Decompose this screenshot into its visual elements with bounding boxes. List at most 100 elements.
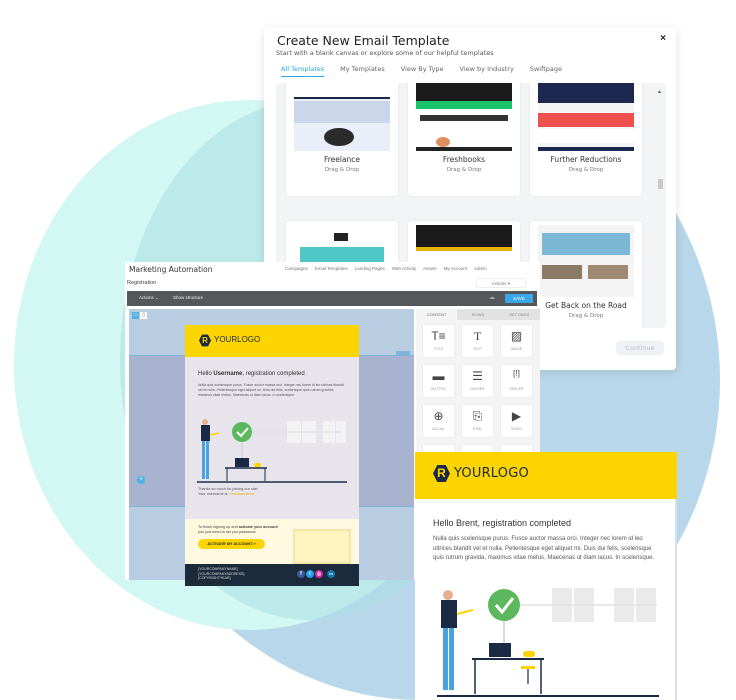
template-type: Drag & Drop [568,167,604,173]
text-icon: T [473,329,482,343]
template-card-freelance[interactable]: Freelance Drag & Drop [286,83,398,196]
add-row-icon[interactable]: + [137,476,145,484]
divider-icon: ☰ [472,369,483,383]
panel-tab-rows[interactable]: ROWS [457,309,499,320]
template-thumbnail [538,225,634,297]
facebook-icon[interactable]: f [297,570,305,578]
tile-button[interactable]: ▬ BUTTON [422,364,455,398]
desktop-view-icon[interactable]: ▭ [132,312,139,319]
cloud-icon[interactable]: ☁ [489,294,495,301]
tab-all-templates[interactable]: All Templates [281,65,325,77]
tab-view-by-industry[interactable]: View by Industry [460,65,514,77]
tile-video[interactable]: ▶ VIDEO [500,404,533,438]
preview-header: R YOURLOGO [415,452,677,499]
thanks-text: Thanks so much for joining our site! You… [198,487,258,497]
tile-label: VIDEO [511,427,522,431]
email-body-text: Nulla quis scelerisque purus. Fusce auct… [198,383,344,397]
tile-label: DIVIDER [470,387,485,391]
modal-subtitle: Start with a blank canvas or explore som… [276,49,494,57]
panel-tab-settings[interactable]: SETTINGS [498,309,540,320]
panel-tab-content[interactable]: CONTENT [416,309,458,320]
button-icon: ▬ [432,369,445,383]
template-thumbnail [416,83,512,151]
tile-spacer[interactable]: [!] SPACER [500,364,533,398]
email-preview-large: R YOURLOGO Hello Brent, registration com… [415,452,677,700]
footer-company-name: {YOURCOMPANYNAME} [198,567,238,571]
instagram-icon[interactable]: ◎ [315,570,323,578]
save-button[interactable]: SAVE [505,294,533,303]
nav-web-activity[interactable]: Web Activity [392,266,416,271]
scroll-up-icon[interactable]: ▲ [657,89,662,95]
template-thumbnail [538,83,634,151]
tab-my-templates[interactable]: My Templates [340,65,385,77]
tile-title[interactable]: T≡ TITLE [422,324,455,358]
app-title: Marketing Automation [129,265,213,274]
email-cta-section: To finish signing up and activate your a… [185,519,359,564]
username-value: TestUsername [229,492,254,496]
html-icon: ⎘ [472,409,483,423]
template-name: Freshbooks [442,155,486,164]
template-name: Further Reductions [550,155,622,164]
title-icon: T≡ [431,329,446,343]
greeting-suffix: , registration completed [242,371,305,377]
row-tag [396,351,410,355]
logo-icon: R [433,464,450,483]
tab-view-by-type[interactable]: View By Type [401,65,444,77]
registration-illustration [197,419,347,483]
nav-campaigns[interactable]: Campaigns [285,266,308,271]
logo-text: YOURLOGO [214,335,261,344]
activate-account-button[interactable]: ACTIVATE MY ACCOUNT » [198,539,265,549]
scroll-thumb[interactable] [658,179,663,189]
breadcrumb: Registration [127,280,157,286]
check-icon [488,589,520,621]
key-illustration [293,529,351,564]
toolbar-actions-menu[interactable]: Actions ⌄ [139,295,159,301]
template-card-freshbooks[interactable]: Freshbooks Drag & Drop [408,83,520,196]
tile-label: SPACER [509,387,524,391]
spacer-icon: [!] [513,369,520,378]
tile-text[interactable]: T TEXT [461,324,494,358]
tile-image[interactable]: ▨ IMAGE [500,324,533,358]
template-name: Get Back on the Road [545,301,627,310]
tile-label: BUTTON [431,387,446,391]
cta-text: To finish signing up and activate your a… [198,525,278,535]
check-icon [232,422,252,442]
tab-swiftpage[interactable]: Swiftpage [530,65,562,77]
cta-text-1: To finish signing up and [198,525,239,529]
template-thumbnail [294,83,390,151]
greeting-name: Username [213,371,243,377]
tile-html[interactable]: ⎘ HTML [461,404,494,438]
video-icon: ▶ [511,409,522,423]
footer-text: {YOURCOMPANYNAME} {YOURCOMPANYADDRESS} {… [198,567,245,581]
logo-icon: R [199,334,211,347]
linkedin-icon[interactable]: in [327,570,335,578]
nav-assets[interactable]: Assets [423,266,437,271]
nav-admin[interactable]: Admin [474,266,487,271]
nav-landing-pages[interactable]: Landing Pages [355,266,385,271]
preview-logo: R YOURLOGO [433,464,529,483]
actions-dropdown[interactable]: Actions ▾ [476,278,526,288]
template-card-get-back-on-the-road[interactable]: Get Back on the Road Drag & Drop [530,221,642,328]
nav-my-account[interactable]: My Account [444,266,467,271]
template-scrollbar[interactable]: ▲ [657,89,663,321]
template-tabs: All Templates My Templates View By Type … [281,65,562,77]
show-structure-toggle[interactable]: Show structure [173,295,203,300]
mobile-view-icon[interactable]: ▯ [140,312,147,319]
email-footer: {YOURCOMPANYNAME} {YOURCOMPANYADDRESS} {… [185,564,359,586]
tile-social[interactable]: ⊕ SOCIAL [422,404,455,438]
nav-email-templates[interactable]: Email Templates [315,266,348,271]
image-icon: ▨ [510,329,523,343]
twitter-icon[interactable]: t [306,570,314,578]
editor-toolbar: Actions ⌄ Show structure ☁ SAVE [127,291,537,306]
tile-label: IMAGE [510,347,523,351]
close-icon[interactable]: × [660,33,666,44]
tile-label: SOCIAL [432,427,445,431]
tile-divider[interactable]: ☰ DIVIDER [461,364,494,398]
registration-illustration [437,588,659,697]
template-card-further-reductions[interactable]: Further Reductions Drag & Drop [530,83,642,196]
footer-copyright: {COPYRIGHTYEAR} [198,576,231,580]
continue-button[interactable]: Continue [616,341,664,355]
tile-label: HTML [472,427,483,431]
template-type: Drag & Drop [568,313,604,319]
email-body[interactable]: Hello Username, registration completed N… [185,357,359,519]
